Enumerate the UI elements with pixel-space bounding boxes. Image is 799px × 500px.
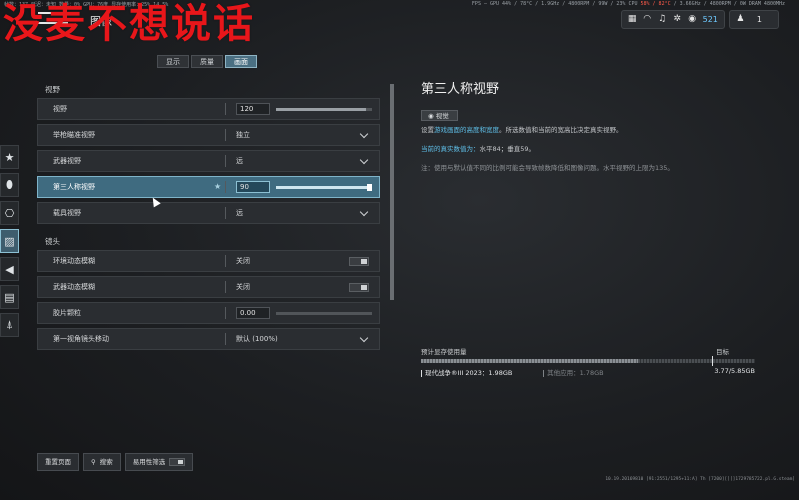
setting-row-fov[interactable]: 视野 120 bbox=[37, 98, 380, 120]
vram-bar bbox=[421, 356, 755, 366]
description-link[interactable]: 游戏画面的高度和宽度 bbox=[434, 126, 499, 134]
setting-description-panel: 第三人称视野 ◉ 视觉 设置游戏画面的高度和宽度。所选数值和当前的宽高比决定真实… bbox=[421, 78, 761, 182]
network-icon[interactable]: ⍋ bbox=[0, 313, 19, 337]
slider-fill bbox=[276, 107, 367, 111]
search-button[interactable]: ⚲ 搜索 bbox=[83, 453, 121, 471]
bell-icon[interactable]: ♫ bbox=[658, 15, 667, 24]
party-icon: ♟ bbox=[736, 14, 745, 24]
vram-other-usage: 其他应用：1.78GB bbox=[543, 367, 604, 377]
real-value-text: 当前的真实数值为：水平84；垂直59。 bbox=[421, 145, 536, 153]
favorites-star-icon[interactable]: ★ bbox=[0, 145, 19, 169]
setting-row-weapon-motion-blur[interactable]: 武器动态模糊 关闭 bbox=[37, 276, 380, 298]
setting-label: 第一视角镜头移动 bbox=[53, 335, 109, 343]
grid-icon[interactable]: ▦ bbox=[628, 15, 637, 24]
party-widget[interactable]: ♟ 1 bbox=[728, 10, 779, 29]
setting-row-weapon-fov[interactable]: 武器视野 远 bbox=[37, 150, 380, 172]
toggle-switch[interactable] bbox=[169, 458, 186, 466]
accessibility-filter-button[interactable]: 易用性筛选 bbox=[124, 453, 194, 471]
setting-row-camera-movement[interactable]: 第一视角镜头移动 默认 (100%) bbox=[37, 328, 380, 350]
settings-tabs: 显示 质量 画面 bbox=[157, 55, 257, 68]
tab-display[interactable]: 显示 bbox=[157, 55, 189, 68]
graphics-icon[interactable]: ▨ bbox=[0, 229, 19, 253]
third-person-fov-slider[interactable] bbox=[276, 183, 373, 191]
setting-label: 武器视野 bbox=[53, 157, 81, 165]
setting-row-world-motion-blur[interactable]: 环境动态模糊 关闭 bbox=[37, 250, 380, 272]
category-badge: ◉ 视觉 bbox=[421, 110, 458, 121]
headset-icon[interactable]: ◠ bbox=[643, 15, 652, 24]
party-count: 1 bbox=[756, 15, 762, 24]
setting-label: 视野 bbox=[53, 105, 67, 113]
toggle-switch[interactable] bbox=[349, 283, 369, 292]
audio-icon[interactable]: ◀ bbox=[0, 257, 19, 281]
currency-icon: ◉ bbox=[688, 14, 697, 24]
vram-title: 预计显存使用量 bbox=[421, 348, 467, 356]
setting-label: 环境动态模糊 bbox=[53, 257, 95, 265]
toolbar-icons: ▦ ◠ ♫ ✲ ◉ 521 bbox=[620, 10, 725, 29]
vram-usage: 预计显存使用量 目标 现代战争®III 2023：1.98GB 其他应用：1.7… bbox=[421, 346, 755, 377]
vram-game-usage: 现代战争®III 2023：1.98GB bbox=[421, 367, 512, 377]
tab-view[interactable]: 画面 bbox=[225, 55, 257, 68]
slider-knob[interactable] bbox=[367, 183, 373, 191]
setting-label: 武器动态模糊 bbox=[53, 283, 95, 291]
setting-value: 默认 (100%) bbox=[236, 335, 278, 343]
gear-icon[interactable]: ✲ bbox=[673, 15, 682, 24]
setting-label: 载具视野 bbox=[53, 209, 81, 217]
controller-icon[interactable]: ⎔ bbox=[0, 201, 19, 225]
build-info: 10.19.20169810 [91:2551/1295+11:A] Th [7… bbox=[605, 477, 795, 482]
mouse-icon[interactable]: ⬮ bbox=[0, 173, 19, 197]
section-fov-label: 视野 bbox=[45, 85, 60, 94]
film-grain-slider[interactable] bbox=[276, 311, 372, 315]
fov-number-input[interactable]: 120 bbox=[236, 103, 270, 115]
setting-value: 独立 bbox=[236, 131, 250, 139]
vram-target-label: 目标 bbox=[716, 348, 729, 356]
setting-row-third-person-fov[interactable]: 第三人称视野 ★ 90 bbox=[37, 176, 380, 198]
settings-scrollbar[interactable] bbox=[390, 84, 394, 300]
section-camera-label: 镜头 bbox=[45, 237, 60, 246]
bottom-actions: 重置页面 ⚲ 搜索 易用性筛选 bbox=[37, 453, 194, 471]
watermark-text: 没麦不想说话 bbox=[3, 0, 255, 47]
third-person-fov-number-input[interactable]: 90 bbox=[236, 181, 270, 193]
search-icon: ⚲ bbox=[91, 458, 96, 466]
points-count: 521 bbox=[702, 15, 718, 24]
vram-total: 3.77/5.85GB bbox=[714, 367, 755, 375]
film-grain-number-input[interactable]: 0.00 bbox=[236, 307, 270, 319]
setting-label: 第三人称视野 bbox=[53, 183, 95, 191]
favorite-star-icon[interactable]: ★ bbox=[214, 182, 221, 191]
top-right-toolbar: ▦ ◠ ♫ ✲ ◉ 521 ♟ 1 bbox=[620, 10, 779, 29]
description-title: 第三人称视野 bbox=[421, 82, 500, 97]
note-text: 注：使用与默认值不同的比例可能会导致帧数降低和图像问题。水平视野的上限为135。 bbox=[421, 164, 674, 172]
fov-slider[interactable] bbox=[276, 107, 372, 111]
setting-row-vehicle-fov[interactable]: 载具视野 远 bbox=[37, 202, 380, 224]
toggle-switch[interactable] bbox=[349, 257, 369, 266]
tab-quality[interactable]: 质量 bbox=[191, 55, 223, 68]
setting-label: 胶片颗粒 bbox=[53, 309, 81, 317]
category-rail: ★ ⬮ ⎔ ▨ ◀ ▤ ⍋ bbox=[0, 145, 19, 341]
perf-right-text: FPS — GPU 44% / 78°C / 1.9GHz / 4800RPM … bbox=[471, 1, 785, 7]
vram-target-marker bbox=[711, 356, 713, 366]
description-text: 设置游戏画面的高度和宽度。所选数值和当前的宽高比决定真实视野。 bbox=[421, 126, 623, 134]
slider-fill bbox=[276, 185, 371, 189]
interface-icon[interactable]: ▤ bbox=[0, 285, 19, 309]
setting-value: 远 bbox=[236, 209, 243, 217]
setting-row-ads-fov[interactable]: 举枪瞄准视野 独立 bbox=[37, 124, 380, 146]
setting-label: 举枪瞄准视野 bbox=[53, 131, 95, 139]
reset-page-button[interactable]: 重置页面 bbox=[37, 453, 79, 471]
setting-value: 远 bbox=[236, 157, 243, 165]
settings-list: 视野 视野 120 举枪瞄准视野 独立 武器视野 远 第三人称视野 ★ 90 载… bbox=[37, 82, 380, 372]
setting-row-film-grain[interactable]: 胶片颗粒 0.00 bbox=[37, 302, 380, 324]
